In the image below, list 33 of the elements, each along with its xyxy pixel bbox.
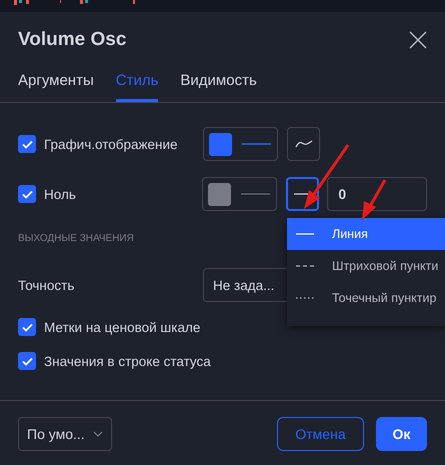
solid-line-icon (296, 233, 314, 235)
plot-label: Ноль (44, 186, 77, 202)
menu-item[interactable]: Линия (287, 218, 445, 250)
tab[interactable]: Видимость (180, 72, 257, 102)
ok-button[interactable]: Ок (376, 417, 427, 451)
line-sample-icon (241, 193, 270, 195)
checkbox[interactable] (18, 352, 36, 370)
annotation-arrow (362, 179, 386, 220)
checkbox[interactable] (18, 318, 36, 336)
annotation-arrow (304, 144, 350, 209)
dashed-line-icon (296, 265, 314, 267)
close-icon[interactable] (409, 31, 427, 49)
option-label: Значения в строке статуса (44, 354, 211, 368)
tab[interactable]: Аргументы (18, 72, 94, 102)
dialog-title: Volume Osc (18, 29, 126, 51)
check-icon (22, 322, 32, 332)
plot-label: Графич.отображение (44, 136, 179, 152)
defaults-dropdown[interactable]: По умо... (18, 417, 112, 451)
check-icon (22, 190, 32, 198)
option-label: Метки на ценовой шкале (44, 320, 200, 334)
checkbox[interactable] (18, 135, 36, 153)
check-icon (22, 356, 32, 366)
line-sample-icon (242, 143, 271, 145)
section-heading: ВЫХОДНЫЕ ЗНАЧЕНИЯ (18, 233, 134, 244)
plot-type-button[interactable] (287, 127, 320, 161)
chevron-down-icon (92, 431, 103, 437)
check-icon (22, 140, 32, 148)
wave-icon (294, 140, 312, 148)
dotted-line-icon (296, 297, 314, 299)
color-line-button[interactable] (202, 177, 278, 211)
checkbox[interactable] (18, 185, 36, 203)
color-line-button[interactable] (203, 127, 278, 161)
field-label: Точность (18, 278, 76, 292)
